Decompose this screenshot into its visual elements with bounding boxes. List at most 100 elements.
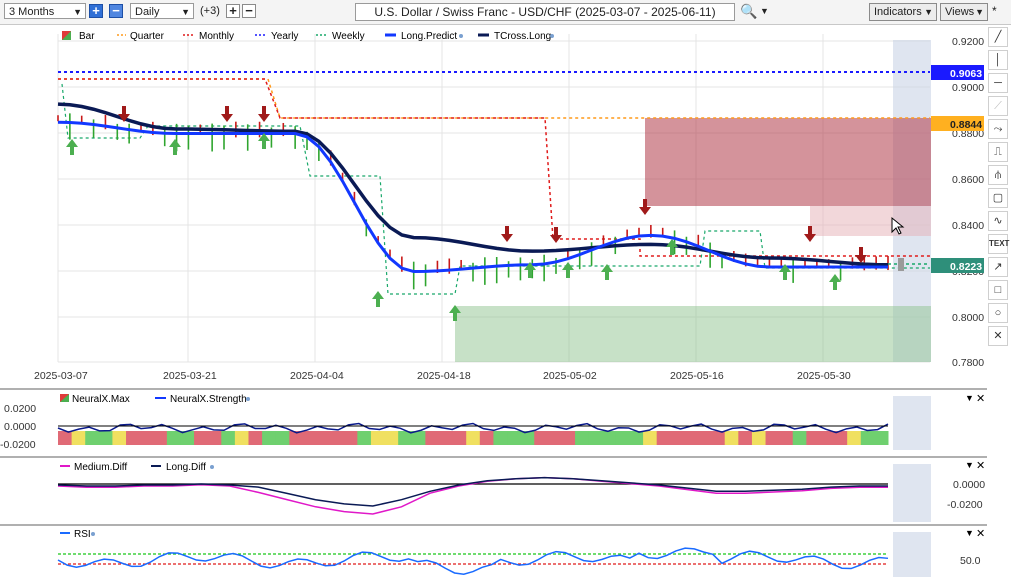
price-chart[interactable]: 0.9200 0.9000 0.8800 0.8600 0.8400 0.820… <box>0 26 987 388</box>
buy-arrow-icon <box>169 139 181 155</box>
neuralx-bar <box>479 431 494 445</box>
vertical-line-tool-icon[interactable]: │ <box>988 50 1008 70</box>
horizontal-line-tool-icon[interactable]: ─ <box>988 73 1008 93</box>
zoom-in-button[interactable]: + <box>89 4 103 18</box>
neuralx-bar <box>275 431 290 445</box>
legend-neuralx-strength: NeuralX.Strength <box>170 394 247 405</box>
pitchfork-tool-icon[interactable]: ⫛ <box>988 165 1008 185</box>
neural-tick: 0.0000 <box>4 421 36 433</box>
close-icon[interactable]: ✕ <box>976 460 985 472</box>
neuralx-panel[interactable]: NeuralX.Max NeuralX.Strength 0.0200 0.00… <box>0 390 987 456</box>
neuralx-bar <box>98 431 113 445</box>
extra-count: (+3) <box>200 5 220 17</box>
chevron-down-icon: ▼ <box>73 7 82 17</box>
date-axis: 2025-03-07 2025-03-21 2025-04-04 2025-04… <box>34 370 851 382</box>
diff-legend: Medium.Diff Long.Diff <box>60 462 214 473</box>
rsi-line <box>57 547 889 576</box>
resistance-zone <box>645 118 931 206</box>
fib-tool-icon[interactable]: ⤳ <box>988 119 1008 139</box>
interval-select-value: Daily <box>135 6 160 18</box>
neuralx-bar <box>819 431 835 445</box>
neuralx-bar <box>847 431 862 445</box>
neuralx-bar <box>262 431 277 445</box>
neuralx-bar <box>248 431 263 445</box>
neuralx-bar <box>126 431 141 445</box>
neuralx-bar <box>697 431 712 445</box>
toolbar: 3 Months ▼ + − Daily ▼ (+3) + − U.S. Dol… <box>0 0 1011 25</box>
close-icon[interactable]: ✕ <box>976 393 985 405</box>
neuralx-bar <box>520 431 535 445</box>
curve-tool-icon[interactable]: ∿ <box>988 211 1008 231</box>
zoom-out-button[interactable]: − <box>109 4 123 18</box>
neuralx-bar <box>71 431 86 445</box>
current-bar <box>898 258 904 271</box>
neural-legend: NeuralX.Max NeuralX.Strength <box>60 394 250 405</box>
neural-axis: 0.0200 0.0000 -0.0200 <box>0 403 36 451</box>
neuralx-bar <box>438 431 454 445</box>
sell-arrow-icon <box>855 247 867 263</box>
date-tick: 2025-05-16 <box>670 370 724 382</box>
price-axis: 0.9200 0.9000 0.8800 0.8600 0.8400 0.820… <box>952 36 984 369</box>
interval-select[interactable]: Daily ▼ <box>130 3 194 19</box>
chart-title[interactable]: U.S. Dollar / Swiss Franc - USD/CHF (202… <box>355 3 735 21</box>
svg-text:0.8223: 0.8223 <box>950 261 982 273</box>
neuralx-bar <box>493 431 508 445</box>
rsi-panel[interactable]: RSI 50.0 ▼ ✕ <box>0 526 987 577</box>
neuralx-bar <box>629 431 644 445</box>
chart-legend: Bar Quarter Monthly Yearly Weekly Long.P… <box>62 31 554 42</box>
neuralx-bar <box>357 431 372 445</box>
price-tick: 0.8600 <box>952 174 984 186</box>
legend-neuralx-max: NeuralX.Max <box>72 394 130 405</box>
chevron-down-icon[interactable]: ▼ <box>760 6 769 16</box>
panel-menu-chevron-icon[interactable]: ▼ <box>965 460 974 470</box>
period-select-value: 3 Months <box>9 6 55 18</box>
neuralx-bar <box>779 431 794 445</box>
neuralx-bar <box>234 431 249 445</box>
neuralx-bar <box>792 431 807 445</box>
date-tick: 2025-03-21 <box>163 370 217 382</box>
price-label-yearly: 0.9063 <box>931 65 984 80</box>
neuralx-bar <box>615 431 630 445</box>
channel-tool-icon[interactable]: ⎍ <box>988 142 1008 162</box>
add-button[interactable]: + <box>226 4 240 18</box>
chart-title-text: U.S. Dollar / Swiss Franc - USD/CHF (202… <box>374 5 716 19</box>
buy-arrow-icon <box>666 239 678 255</box>
arrow-tool-icon[interactable]: ↗ <box>988 257 1008 277</box>
neuralx-bar <box>58 431 73 445</box>
support-zone <box>455 306 931 362</box>
diff-panel[interactable]: Medium.Diff Long.Diff 0.0000 -0.0200 ▼ ✕ <box>0 458 987 524</box>
circle-tool-icon[interactable]: ○ <box>988 303 1008 323</box>
remove-button[interactable]: − <box>242 4 256 18</box>
chevron-down-icon: ▼ <box>924 7 933 17</box>
close-icon[interactable]: ✕ <box>976 528 985 540</box>
rectangle-tool-icon[interactable]: □ <box>988 280 1008 300</box>
panel-menu-chevron-icon[interactable]: ▼ <box>965 393 974 403</box>
date-tick: 2025-05-02 <box>543 370 597 382</box>
period-select[interactable]: 3 Months ▼ <box>4 3 86 19</box>
sell-arrow-icon <box>501 226 513 242</box>
callout-tool-icon[interactable]: ▢ <box>988 188 1008 208</box>
quarter-line <box>58 78 930 119</box>
legend-weekly: Weekly <box>332 31 365 42</box>
trendline-tool-icon[interactable]: ╱ <box>988 27 1008 47</box>
legend-long-predict: Long.Predict <box>401 31 457 42</box>
neuralx-bar <box>724 431 739 445</box>
search-icon[interactable]: 🔍 <box>740 3 757 20</box>
text-tool-icon[interactable]: TEXT <box>988 234 1009 254</box>
rsi-legend: RSI <box>60 529 95 540</box>
panel-menu-chevron-icon[interactable]: ▼ <box>965 528 974 538</box>
views-button[interactable]: Views ▼ <box>940 3 988 21</box>
ray-tool-icon[interactable]: ⟋ <box>988 96 1008 116</box>
legend-yearly: Yearly <box>271 31 298 42</box>
buy-arrow-icon <box>372 291 384 307</box>
neuralx-bar <box>534 431 549 445</box>
neuralx-bar <box>874 431 889 445</box>
neuralx-bar <box>343 431 358 445</box>
diff-tick: 0.0000 <box>953 479 985 491</box>
close-icon[interactable]: ✕ <box>988 326 1008 346</box>
neuralx-bar <box>139 431 154 445</box>
indicators-button[interactable]: Indicators ▼ <box>869 3 937 21</box>
neuralx-bar <box>316 431 331 445</box>
neural-tick: -0.0200 <box>0 439 36 451</box>
neuralx-bar <box>683 431 699 445</box>
